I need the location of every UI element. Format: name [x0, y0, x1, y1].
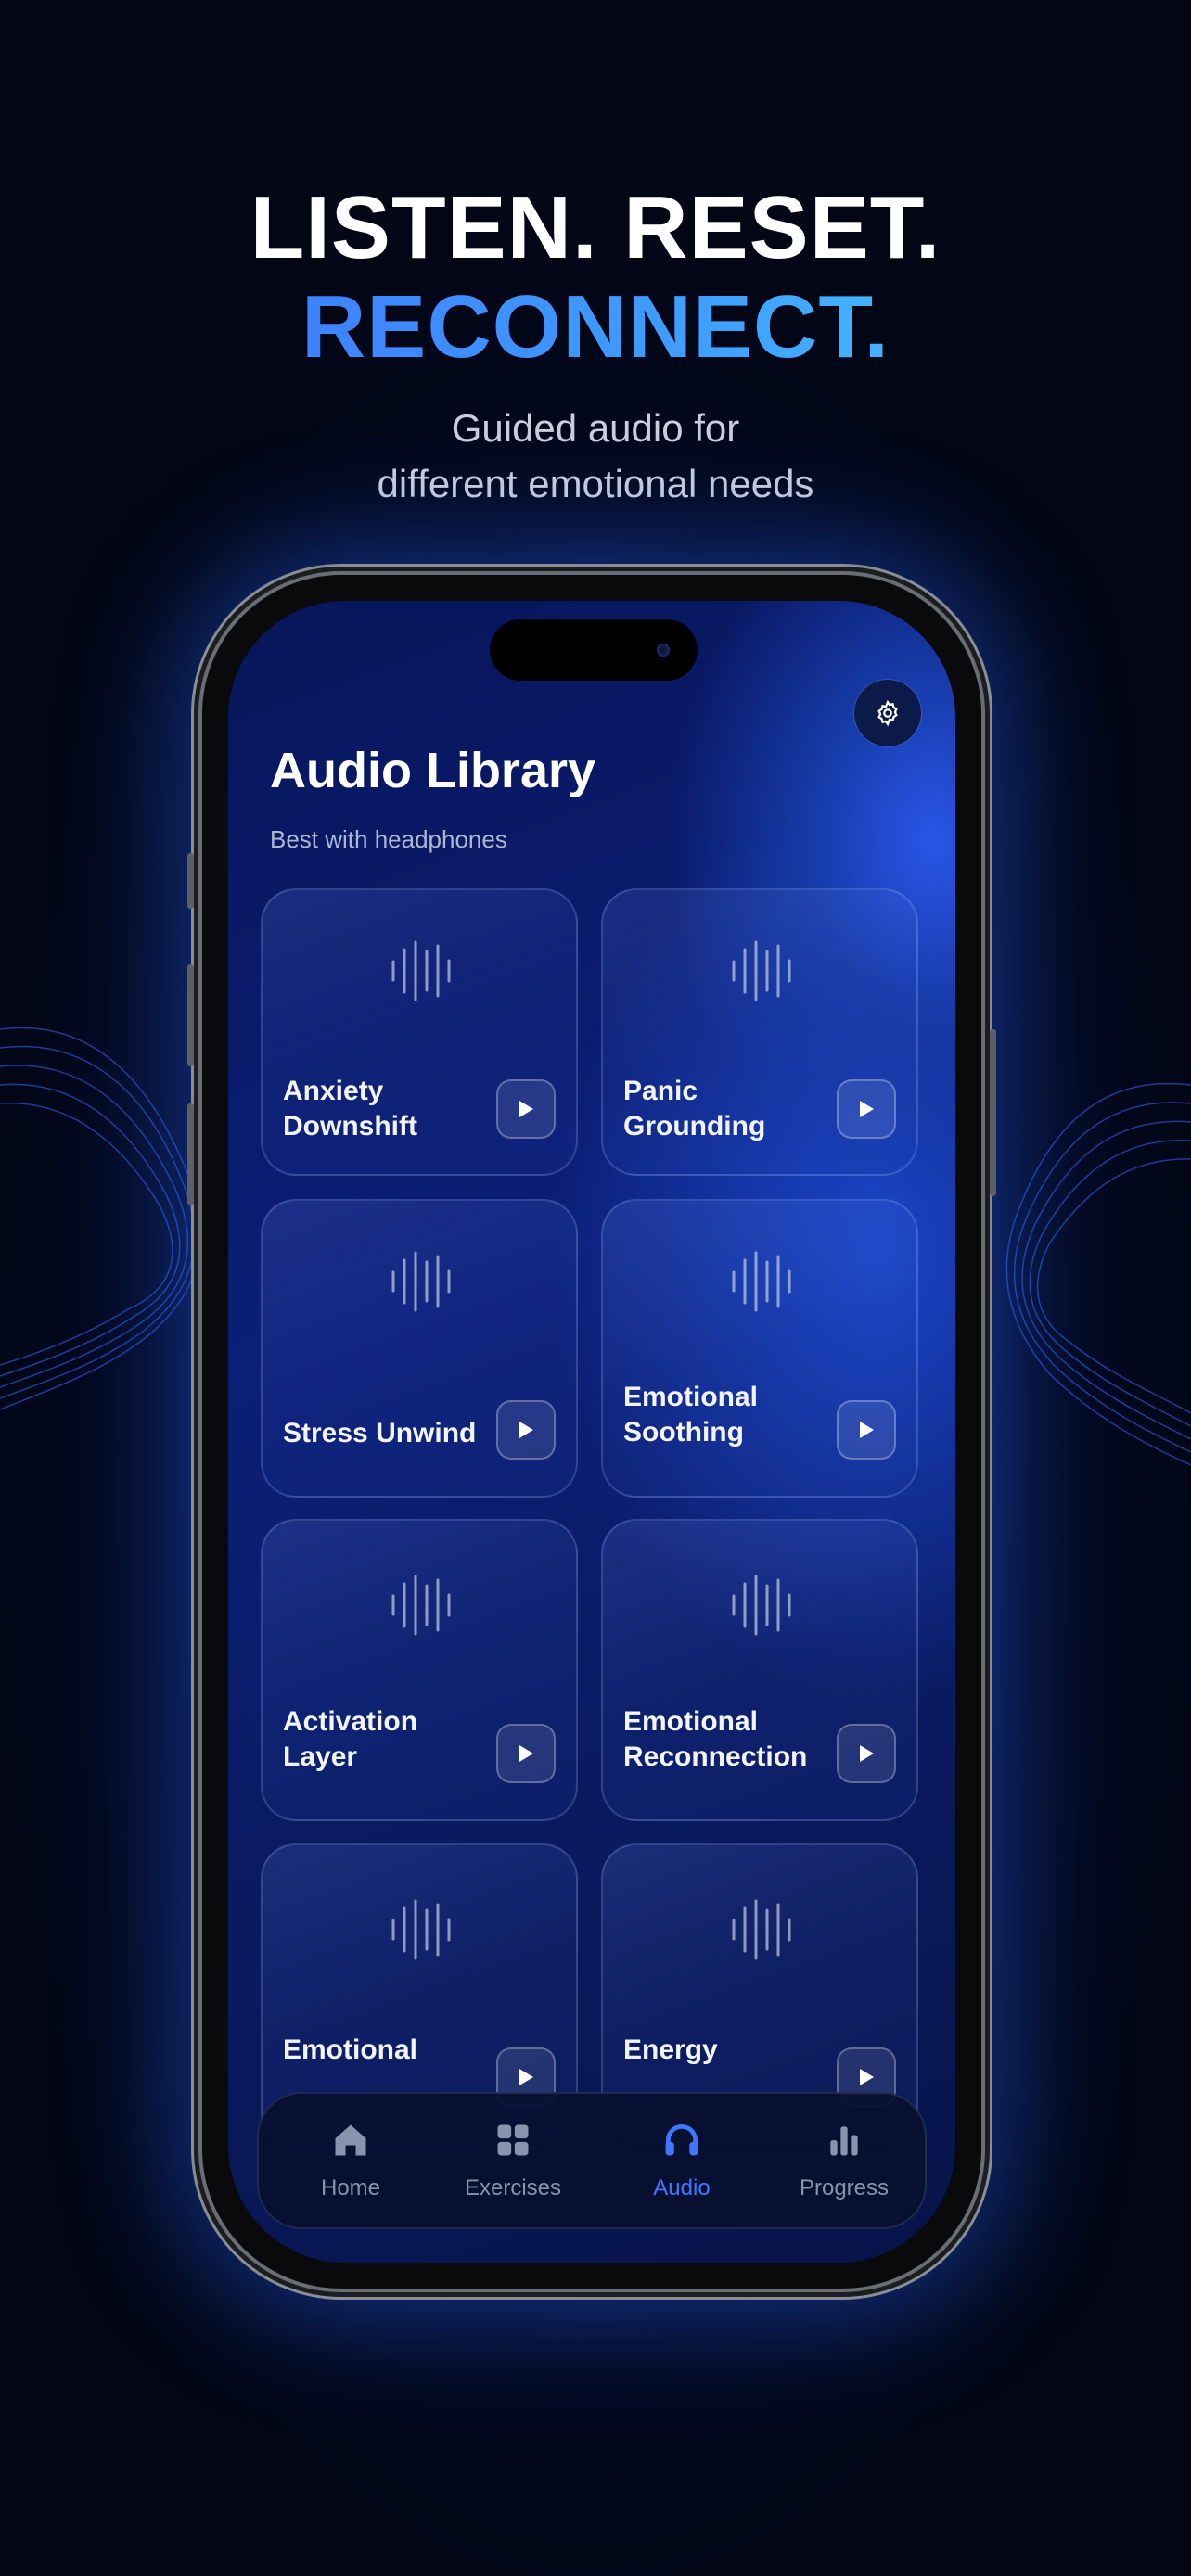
waveform-icon [732, 1251, 791, 1312]
play-icon [860, 1101, 874, 1117]
play-button[interactable] [496, 1724, 556, 1783]
bar-chart-icon [830, 2126, 858, 2156]
settings-button[interactable] [854, 680, 921, 746]
play-icon [860, 1745, 874, 1762]
dynamic-island [490, 619, 698, 681]
play-icon [519, 1745, 533, 1762]
grid-icon [497, 2124, 529, 2156]
phone-frame: Audio Library Best with headphones Anxie… [187, 575, 996, 2289]
play-button[interactable] [496, 1400, 556, 1460]
headline-line-2: RECONNECT. [0, 283, 1191, 372]
audio-card-title: Emotional Soothing [623, 1382, 759, 1447]
waveform-icon [391, 1899, 451, 1960]
audio-card-title: Activation Layer [283, 1706, 418, 1772]
nav-label-exercises: Exercises [464, 2175, 562, 2200]
play-button[interactable] [837, 1724, 896, 1783]
audio-card-title: Stress Unwind [283, 1418, 477, 1448]
tagline-line-2: different emotional needs [377, 462, 814, 505]
play-icon [860, 2069, 874, 2085]
nav-label-home: Home [320, 2175, 381, 2200]
nav-item-exercises[interactable]: Exercises [429, 2094, 596, 2227]
audio-card[interactable]: Activation Layer [261, 1519, 578, 1821]
home-icon [335, 2124, 366, 2156]
play-icon [519, 1101, 533, 1117]
audio-card-title: Panic Grounding [623, 1076, 766, 1141]
action-button [187, 853, 194, 909]
play-icon [519, 2069, 533, 2085]
waveform-icon [391, 1575, 451, 1636]
audio-card-title: Emotional [283, 2034, 418, 2065]
waveform-icon [391, 940, 451, 1001]
nav-label-progress: Progress [799, 2175, 890, 2200]
waveform-icon [732, 1575, 791, 1636]
nav-item-home[interactable]: Home [267, 2094, 434, 2227]
audio-card[interactable]: Stress Unwind [261, 1199, 578, 1498]
audio-card[interactable]: Panic Grounding [601, 888, 918, 1176]
nav-item-audio[interactable]: Audio [598, 2094, 765, 2227]
waveform-icon [391, 1251, 451, 1312]
app-screen: Audio Library Best with headphones Anxie… [228, 601, 955, 2263]
nav-label-audio: Audio [653, 2175, 711, 2200]
volume-up-button [187, 964, 194, 1066]
waveform-icon [732, 940, 791, 1001]
nav-item-progress[interactable]: Progress [761, 2094, 928, 2227]
power-button [990, 1029, 996, 1196]
play-button[interactable] [837, 1400, 896, 1460]
headphones-icon [665, 2124, 698, 2156]
gear-icon [877, 699, 898, 727]
play-icon [519, 1422, 533, 1438]
page-title: Audio Library [270, 743, 596, 798]
waveform-icon [732, 1899, 791, 1960]
play-button[interactable] [496, 1079, 556, 1139]
audio-card[interactable]: Anxiety Downshift [261, 888, 578, 1176]
audio-card[interactable]: Emotional Reconnection [601, 1519, 918, 1821]
play-button[interactable] [837, 1079, 896, 1139]
volume-down-button [187, 1103, 194, 1205]
play-icon [860, 1422, 874, 1438]
audio-card-title: Anxiety Downshift [283, 1076, 417, 1141]
audio-card[interactable]: Emotional Soothing [601, 1199, 918, 1498]
headline-line-1: LISTEN. RESET. [250, 178, 941, 277]
tagline-line-1: Guided audio for [451, 406, 740, 450]
audio-card-title: Emotional Reconnection [623, 1706, 808, 1772]
bottom-nav: Home Exercises Audio Progress [257, 2092, 927, 2229]
page-subtitle: Best with headphones [270, 825, 507, 853]
audio-card-title: Energy [623, 2034, 718, 2065]
